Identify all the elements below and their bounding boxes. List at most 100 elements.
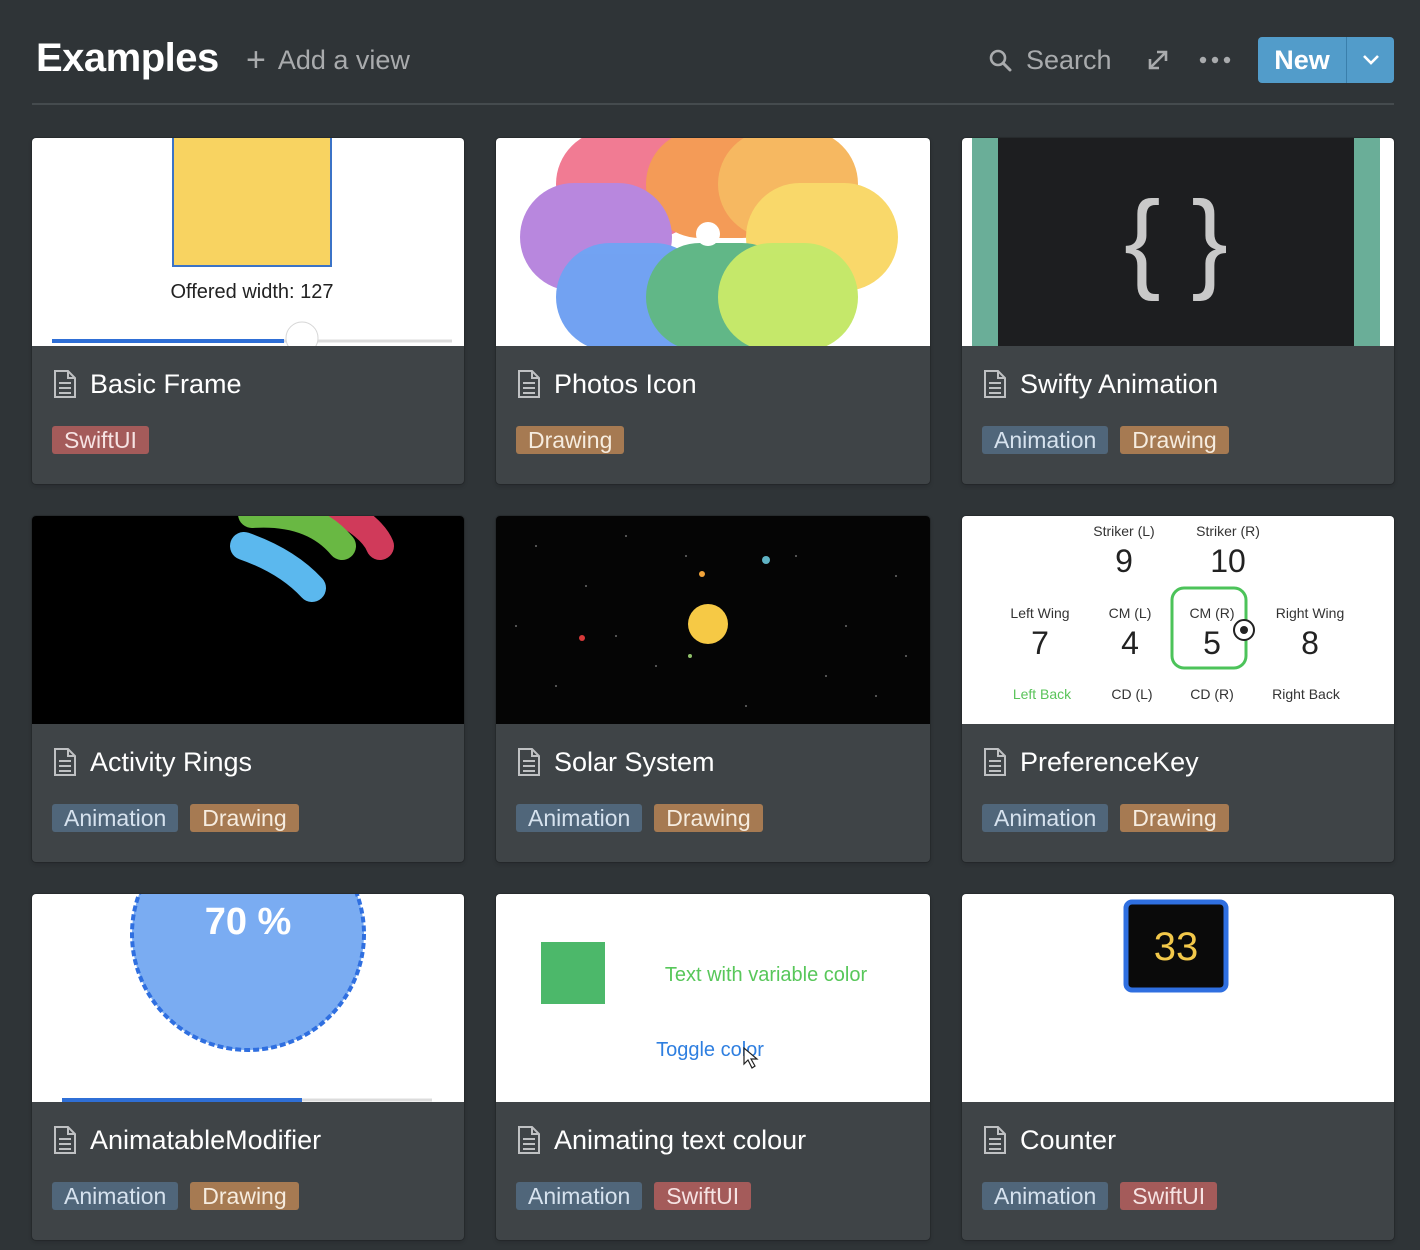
- card-cover-photos-icon: [496, 138, 930, 346]
- card-tags: Animation Drawing: [52, 1182, 299, 1210]
- tag-drawing: Drawing: [516, 426, 625, 454]
- cover-text-left-wing: Left Wing: [1010, 605, 1069, 621]
- card-cover-animatablemodifier: 70 %: [32, 894, 464, 1102]
- card-title: Counter: [982, 1122, 1116, 1158]
- card-tags: SwiftUI: [52, 426, 149, 454]
- more-options-icon[interactable]: [1198, 46, 1232, 74]
- page-icon: [54, 1126, 76, 1154]
- cover-text-right-wing-number: 8: [1301, 625, 1319, 661]
- search-icon: [989, 49, 1012, 72]
- card-title-text: Counter: [1020, 1124, 1117, 1155]
- cover-text-striker-r-number: 10: [1210, 543, 1246, 579]
- search-label: Search: [1026, 44, 1112, 75]
- tag-drawing: Drawing: [1120, 804, 1229, 832]
- cover-text-braces: { }: [1124, 179, 1228, 302]
- card-title-text: PreferenceKey: [1020, 746, 1199, 777]
- cover-text-right-wing: Right Wing: [1276, 605, 1344, 621]
- card-title: Animating text colour: [516, 1122, 806, 1158]
- card-title: AnimatableModifier: [52, 1122, 321, 1158]
- add-view-button[interactable]: + Add a view: [246, 42, 410, 78]
- expand-icon[interactable]: [1144, 46, 1172, 74]
- card-title: Swifty Animation: [982, 366, 1218, 402]
- card-cover-swifty-animation: { }: [962, 138, 1394, 346]
- new-button[interactable]: New: [1258, 37, 1346, 83]
- gallery-card[interactable]: Offered width: 127 Basic Frame SwiftUI: [32, 138, 464, 484]
- tag-animation: Animation: [982, 804, 1109, 832]
- tag-swiftui: SwiftUI: [654, 1182, 752, 1210]
- tag-swiftui: SwiftUI: [1120, 1182, 1218, 1210]
- card-tags: Animation Drawing: [52, 804, 299, 832]
- cover-text-cm-r: CM (R): [1189, 605, 1234, 621]
- card-title-text: Basic Frame: [90, 368, 242, 399]
- cover-text-variable-color: Text with variable color: [665, 964, 868, 986]
- page-icon: [54, 748, 76, 776]
- add-view-label: Add a view: [277, 44, 410, 75]
- tag-drawing: Drawing: [190, 804, 299, 832]
- cover-text-percent: 70 %: [205, 901, 292, 943]
- cover-text-counter: 33: [1154, 925, 1199, 969]
- tag-animation: Animation: [982, 1182, 1109, 1210]
- card-tags: Animation SwiftUI: [982, 1182, 1218, 1210]
- gallery-card[interactable]: 33 Counter Animation SwiftUI: [962, 894, 1394, 1240]
- card-title: Basic Frame: [52, 366, 242, 402]
- card-title: Solar System: [516, 744, 715, 780]
- chevron-down-icon: [1362, 55, 1379, 65]
- card-tags: Drawing: [516, 426, 625, 454]
- card-tags: Animation Drawing: [516, 804, 763, 832]
- plus-icon: +: [246, 41, 266, 79]
- tag-animation: Animation: [52, 1182, 179, 1210]
- cover-text-cd-l: CD (L): [1111, 686, 1152, 702]
- header-divider: [32, 103, 1394, 105]
- card-cover-basic-frame: Offered width: 127: [32, 138, 464, 346]
- search-button[interactable]: Search: [988, 42, 1112, 78]
- tag-drawing: Drawing: [1120, 426, 1229, 454]
- page-icon: [984, 748, 1006, 776]
- page-icon: [984, 1126, 1006, 1154]
- card-title-text: Swifty Animation: [1020, 368, 1219, 399]
- page-icon: [518, 748, 540, 776]
- card-title-text: AnimatableModifier: [90, 1124, 322, 1155]
- card-title: Activity Rings: [52, 744, 252, 780]
- cover-text-striker-r: Striker (R): [1196, 523, 1260, 539]
- card-tags: Animation Drawing: [982, 804, 1229, 832]
- cover-text-cm-l-number: 4: [1121, 625, 1139, 661]
- page-icon: [518, 370, 540, 398]
- card-title: Photos Icon: [516, 366, 697, 402]
- gallery-card[interactable]: Activity Rings Animation Drawing: [32, 516, 464, 862]
- gallery-card[interactable]: { } Swifty Animation Animation Drawing: [962, 138, 1394, 484]
- new-button-group: New: [1258, 37, 1394, 83]
- card-title: PreferenceKey: [982, 744, 1199, 780]
- page-icon: [54, 370, 76, 398]
- page-icon: [518, 1126, 540, 1154]
- tag-animation: Animation: [982, 426, 1109, 454]
- card-cover-activity-rings: [32, 516, 464, 724]
- gallery-card[interactable]: Solar System Animation Drawing: [496, 516, 930, 862]
- gallery-card[interactable]: Striker (L) 9 Striker (R) 10 Left Wing 7…: [962, 516, 1394, 862]
- page-icon: [984, 370, 1006, 398]
- header-bar: Examples + Add a view Search New: [32, 30, 1394, 90]
- cover-text-striker-l-number: 9: [1115, 543, 1133, 579]
- cover-text-left-wing-number: 7: [1031, 625, 1049, 661]
- cover-text-cm-l: CM (L): [1109, 605, 1152, 621]
- tag-swiftui: SwiftUI: [52, 426, 149, 454]
- card-title-text: Activity Rings: [90, 746, 253, 777]
- page-title: Examples: [36, 36, 219, 80]
- new-dropdown-button[interactable]: [1347, 37, 1394, 83]
- card-cover-preferencekey: Striker (L) 9 Striker (R) 10 Left Wing 7…: [962, 516, 1394, 724]
- card-cover-counter: 33: [962, 894, 1394, 1102]
- gallery-card[interactable]: Text with variable color Toggle color An…: [496, 894, 930, 1240]
- card-title-text: Photos Icon: [554, 368, 697, 399]
- tag-animation: Animation: [52, 804, 179, 832]
- card-cover-solar-system: [496, 516, 930, 724]
- gallery-card[interactable]: Photos Icon Drawing: [496, 138, 930, 484]
- cover-text-offered-width: Offered width: 127: [170, 281, 333, 303]
- card-tags: Animation SwiftUI: [516, 1182, 752, 1210]
- card-title-text: Solar System: [554, 746, 715, 777]
- card-title-text: Animating text colour: [554, 1124, 807, 1155]
- cover-text-left-back: Left Back: [1013, 686, 1072, 702]
- gallery-card[interactable]: 70 % AnimatableModifier Animation Drawin…: [32, 894, 464, 1240]
- tag-animation: Animation: [516, 804, 643, 832]
- cover-text-cm-r-number: 5: [1203, 625, 1221, 661]
- tag-drawing: Drawing: [190, 1182, 299, 1210]
- cover-text-striker-l: Striker (L): [1093, 523, 1154, 539]
